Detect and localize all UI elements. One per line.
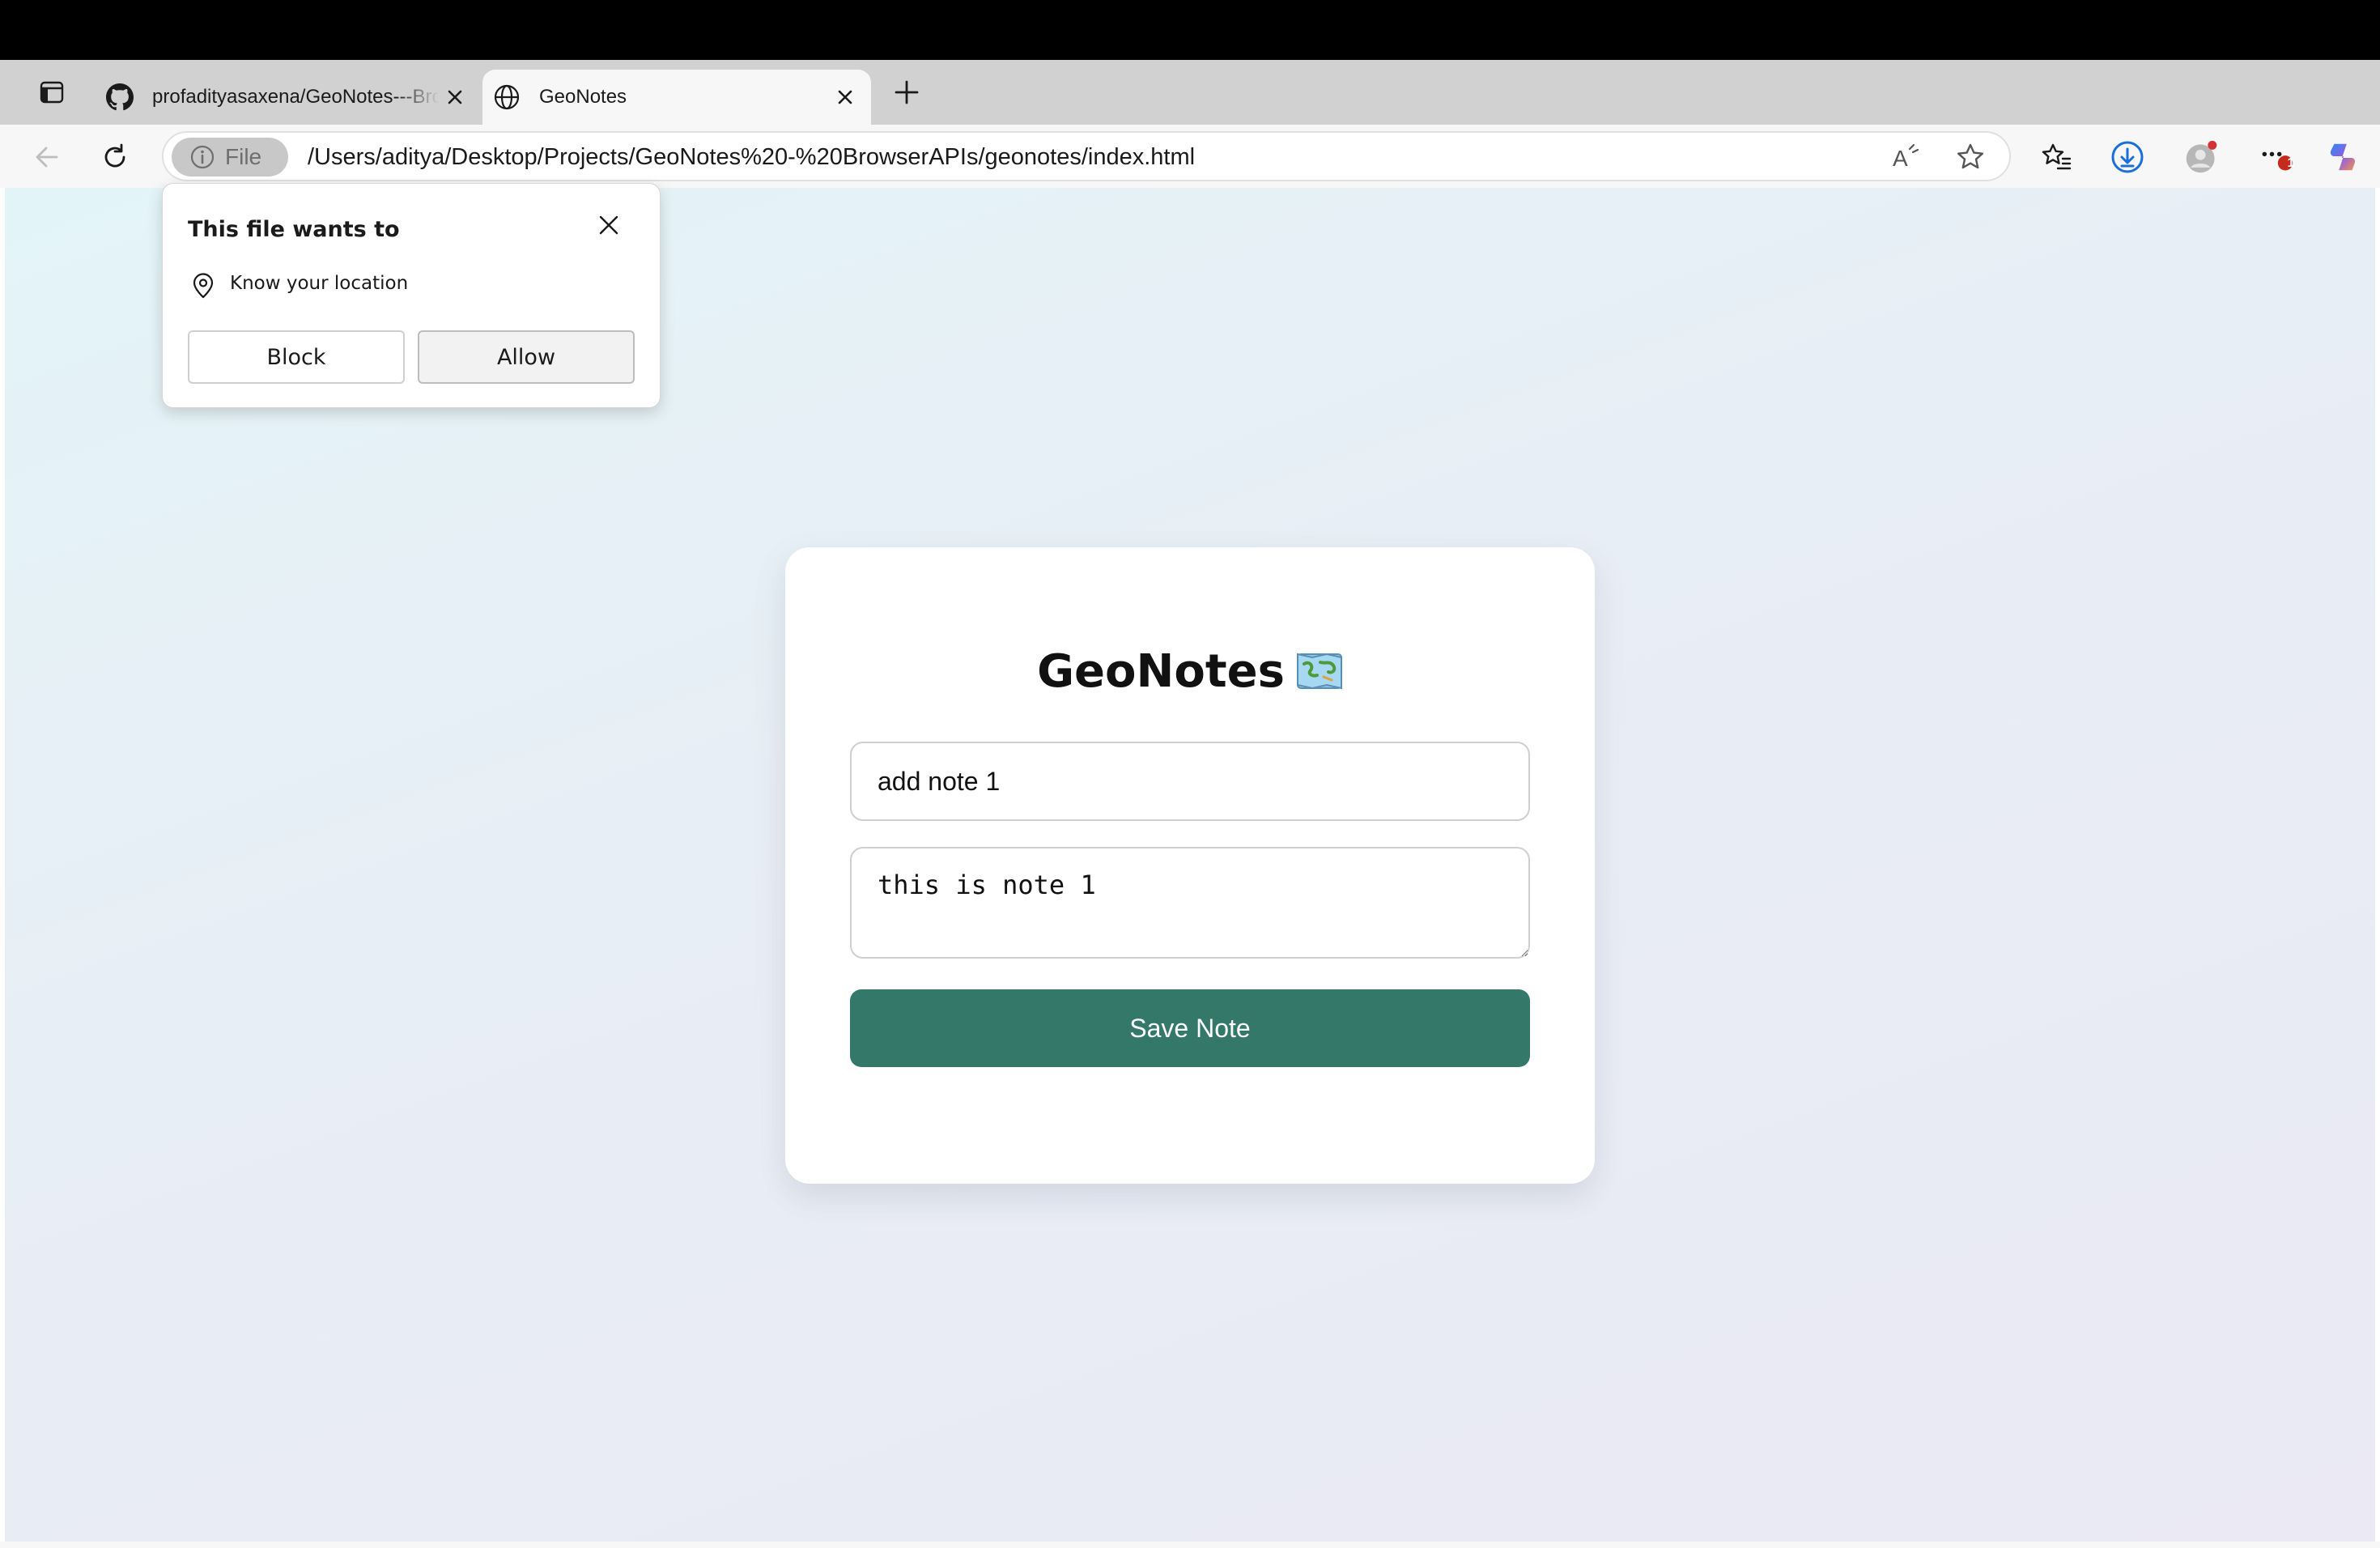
favorite-star-icon[interactable] bbox=[1953, 139, 1988, 175]
url-text[interactable]: /Users/aditya/Desktop/Projects/GeoNotes%… bbox=[308, 141, 1195, 173]
read-aloud-icon[interactable]: A bbox=[1888, 139, 1923, 175]
sidebar-toggle-icon[interactable] bbox=[36, 78, 68, 107]
tab-github[interactable]: profadityasaxena/GeoNotes---BrowserAPIs bbox=[96, 70, 481, 125]
popup-title: This file wants to bbox=[188, 217, 400, 242]
copilot-icon[interactable] bbox=[2325, 139, 2361, 175]
github-icon bbox=[105, 83, 134, 112]
close-icon[interactable] bbox=[593, 209, 625, 241]
new-tab-icon[interactable] bbox=[889, 74, 924, 110]
download-icon[interactable] bbox=[2110, 139, 2145, 175]
note-title-input[interactable] bbox=[850, 742, 1530, 821]
block-button[interactable]: Block bbox=[188, 330, 405, 384]
bottom-edge bbox=[0, 1542, 2380, 1548]
globe-icon bbox=[492, 83, 521, 112]
close-icon[interactable] bbox=[439, 81, 471, 113]
site-info-chip[interactable]: File bbox=[172, 138, 288, 176]
scheme-label: File bbox=[225, 144, 262, 169]
tab-geonotes[interactable]: GeoNotes bbox=[482, 70, 871, 125]
save-note-button[interactable]: Save Note bbox=[850, 989, 1530, 1067]
tab-title: profadityasaxena/GeoNotes---BrowserAPIs bbox=[152, 86, 439, 108]
close-icon[interactable] bbox=[829, 81, 861, 113]
app-title-text: GeoNotes bbox=[1037, 645, 1285, 698]
back-icon[interactable] bbox=[29, 139, 65, 175]
svg-text:A: A bbox=[1893, 146, 1908, 171]
system-top-bar bbox=[0, 0, 2380, 60]
favorites-icon[interactable] bbox=[2038, 139, 2074, 175]
refresh-icon[interactable] bbox=[97, 139, 133, 175]
note-body-textarea[interactable]: this is note 1 bbox=[850, 847, 1530, 959]
more-icon[interactable]: 1 bbox=[2259, 139, 2294, 175]
page-title: GeoNotes bbox=[785, 636, 1595, 708]
permission-label: Know your location bbox=[230, 273, 409, 294]
tab-title: GeoNotes bbox=[539, 86, 627, 108]
info-icon bbox=[189, 144, 215, 170]
map-icon bbox=[1296, 640, 1343, 690]
allow-button[interactable]: Allow bbox=[418, 330, 635, 384]
notification-badge: 1 bbox=[2287, 156, 2295, 170]
profile-icon[interactable] bbox=[2184, 139, 2220, 175]
location-pin-icon bbox=[188, 270, 219, 301]
